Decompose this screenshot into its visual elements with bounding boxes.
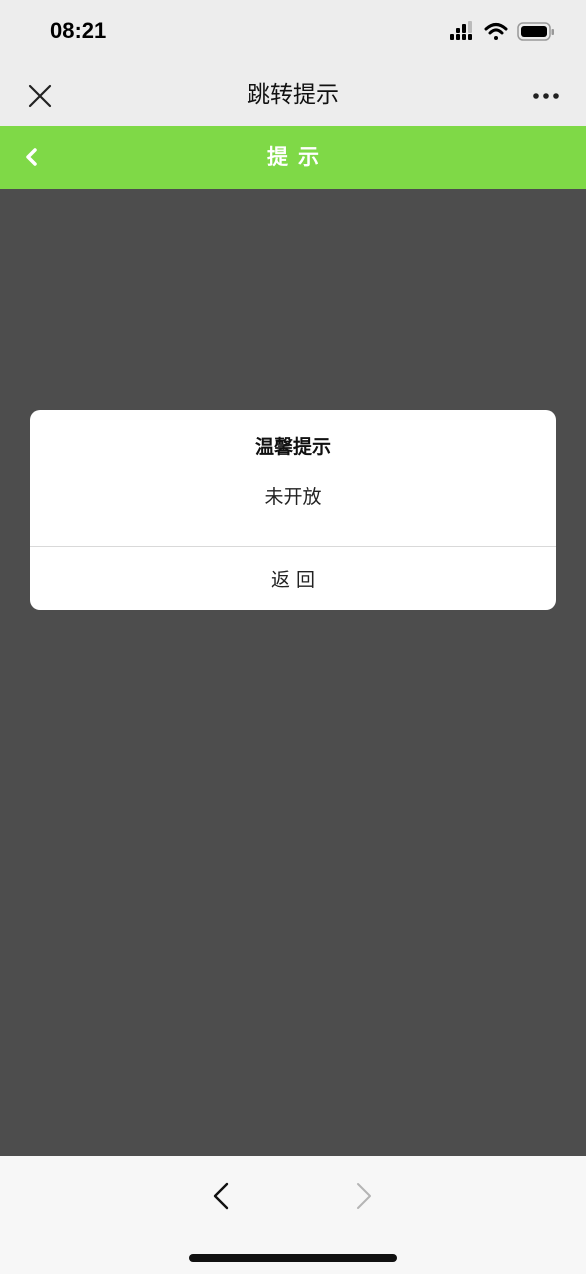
more-button[interactable] <box>528 78 564 114</box>
browser-toolbar <box>0 1156 586 1274</box>
alert-dialog: 温馨提示 未开放 返回 <box>30 410 556 610</box>
battery-icon <box>517 22 554 41</box>
browser-forward-icon <box>357 1183 371 1209</box>
wifi-icon <box>484 23 508 40</box>
browser-forward-button[interactable] <box>342 1174 386 1218</box>
more-icon <box>533 93 559 99</box>
status-time: 08:21 <box>50 18 107 43</box>
nav-title: 跳转提示 <box>247 82 339 108</box>
dialog-message: 未开放 <box>264 486 322 508</box>
signal-icon <box>450 21 472 40</box>
top-bar: 08:21 跳转提示 <box>0 0 586 126</box>
browser-back-icon <box>213 1182 229 1210</box>
browser-back-button[interactable] <box>199 1174 243 1218</box>
status-icons <box>450 20 556 44</box>
page-title: 提示 <box>267 145 329 169</box>
dialog-return-button[interactable]: 返回 <box>30 547 556 610</box>
home-indicator[interactable] <box>189 1254 397 1262</box>
page-header: 提示 <box>0 126 586 189</box>
dialog-title: 温馨提示 <box>254 436 331 458</box>
